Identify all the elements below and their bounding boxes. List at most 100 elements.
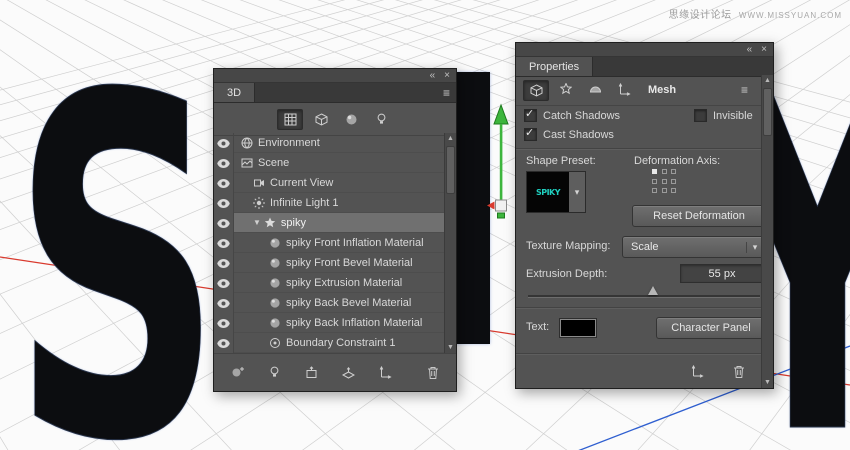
filter-scene-icon[interactable]: [277, 108, 303, 130]
text-color-swatch[interactable]: [560, 319, 596, 337]
properties-header: Mesh ≡: [516, 75, 762, 106]
deformation-axis-widget[interactable]: [652, 169, 678, 195]
3d-row-infinite-light-1[interactable]: Infinite Light 1: [214, 193, 445, 213]
3d-row-boundary-constraint-1[interactable]: Boundary Constraint 1: [214, 333, 445, 353]
visibility-eye-icon[interactable]: [214, 193, 234, 213]
material-sphere-icon: [269, 257, 281, 269]
visibility-eye-icon[interactable]: [214, 233, 234, 253]
3d-row-spiky-front-inflation-material[interactable]: spiky Front Inflation Material: [214, 233, 445, 253]
3d-row-label: Boundary Constraint 1: [286, 336, 396, 349]
properties-panel: « × Properties Mesh ≡ Catch Shadows Invi…: [515, 42, 774, 389]
extrusion-depth-slider[interactable]: [528, 286, 760, 298]
visibility-eye-icon[interactable]: [214, 313, 234, 333]
coordinates-icon[interactable]: [612, 80, 636, 99]
3d-row-label: spiky Back Inflation Material: [286, 316, 423, 329]
3d-row-spiky[interactable]: ▼ spiky: [214, 213, 445, 233]
tab-properties[interactable]: Properties: [516, 57, 594, 76]
axis-center-cube[interactable]: [495, 199, 507, 212]
3d-row-spiky-extrusion-material[interactable]: spiky Extrusion Material: [214, 273, 445, 293]
scrollbar-thumb[interactable]: [763, 88, 772, 136]
expand-triangle-icon[interactable]: ▼: [253, 218, 261, 227]
3d-row-spiky-front-bevel-material[interactable]: spiky Front Bevel Material: [214, 253, 445, 273]
chevron-down-icon[interactable]: ▾: [569, 172, 585, 212]
y-axis-arrow-icon[interactable]: [493, 103, 509, 125]
watermark-site-name: 思缘设计论坛: [668, 10, 732, 21]
3d-row-spiky-back-bevel-material[interactable]: spiky Back Bevel Material: [214, 293, 445, 313]
visibility-eye-icon[interactable]: [214, 133, 234, 153]
filter-mesh-icon[interactable]: [309, 110, 333, 129]
coordinates-icon[interactable]: [685, 362, 709, 381]
visibility-eye-icon[interactable]: [214, 273, 234, 293]
divider: [516, 353, 762, 354]
y-axis-shaft[interactable]: [499, 124, 503, 200]
cast-shadows-checkbox[interactable]: Cast Shadows: [524, 126, 614, 141]
divider: [516, 307, 762, 308]
scroll-down-icon[interactable]: ▼: [445, 342, 456, 353]
ground-plane-icon[interactable]: [337, 363, 361, 382]
shape-preset-picker[interactable]: SPIKY ▾: [526, 171, 586, 213]
3d-row-environment[interactable]: Environment: [214, 133, 445, 153]
extrusion-depth-field[interactable]: 55 px: [680, 264, 764, 283]
new-object-icon[interactable]: [300, 363, 324, 382]
3d-row-current-view[interactable]: Current View: [214, 173, 445, 193]
mesh-cube-icon[interactable]: [523, 79, 549, 101]
visibility-eye-icon[interactable]: [214, 153, 234, 173]
checkbox-box[interactable]: [524, 107, 537, 122]
3d-axis-widget[interactable]: [486, 103, 516, 223]
material-sphere-icon: [269, 277, 281, 289]
3d-row-label: spiky Back Bevel Material: [286, 296, 412, 309]
3d-row-label: spiky Front Bevel Material: [286, 256, 413, 269]
shape-preset-label: Shape Preset:: [526, 155, 596, 167]
scroll-up-icon[interactable]: ▲: [445, 133, 456, 144]
constraint-icon: [269, 337, 281, 349]
scroll-up-icon[interactable]: ▲: [762, 75, 773, 86]
visibility-eye-icon[interactable]: [214, 173, 234, 193]
checkbox-box[interactable]: [694, 109, 707, 122]
panel-menu-icon[interactable]: ≡: [443, 86, 450, 100]
3d-row-spiky-back-inflation-material[interactable]: spiky Back Inflation Material: [214, 313, 445, 333]
3d-row-scene[interactable]: Scene: [214, 153, 445, 173]
scroll-down-icon[interactable]: ▼: [762, 377, 773, 388]
x-axis-arrow-icon[interactable]: [487, 201, 495, 210]
checkbox-box[interactable]: [524, 126, 537, 141]
watermark: 思缘设计论坛 WWW.MISSYUAN.COM: [669, 6, 842, 21]
3d-row-label: Scene: [258, 156, 290, 169]
collapse-panel-icon[interactable]: «: [747, 44, 753, 55]
properties-header-icons: [523, 79, 636, 101]
deformation-axis-label: Deformation Axis:: [634, 155, 721, 167]
close-panel-icon[interactable]: ×: [761, 44, 767, 55]
filter-light-icon[interactable]: [369, 110, 393, 129]
visibility-eye-icon[interactable]: [214, 333, 234, 353]
filter-material-icon[interactable]: [339, 110, 363, 129]
reset-deformation-button[interactable]: Reset Deformation: [632, 205, 766, 227]
visibility-eye-icon[interactable]: [214, 253, 234, 273]
coordinates-icon[interactable]: [374, 363, 398, 382]
delete-icon[interactable]: [421, 363, 445, 382]
scrollbar-thumb[interactable]: [446, 146, 455, 194]
extrusion-slider-thumb[interactable]: [648, 286, 659, 295]
3d-filter-bar: [214, 103, 456, 136]
collapse-panel-icon[interactable]: «: [430, 70, 436, 81]
invisible-checkbox[interactable]: Invisible: [694, 109, 753, 122]
tab-3d[interactable]: 3D: [214, 83, 256, 102]
close-panel-icon[interactable]: ×: [444, 70, 450, 81]
properties-scrollbar[interactable]: ▲ ▼: [761, 75, 773, 388]
panel-menu-icon[interactable]: ≡: [741, 83, 748, 97]
deform-icon[interactable]: [554, 80, 578, 99]
delete-icon[interactable]: [727, 362, 751, 381]
texture-mapping-select[interactable]: Scale ▾: [622, 236, 764, 258]
add-material-icon[interactable]: [226, 363, 250, 382]
y-scale-handle[interactable]: [497, 212, 505, 219]
catch-shadows-checkbox[interactable]: Catch Shadows: [524, 107, 620, 122]
visibility-eye-icon[interactable]: [214, 293, 234, 313]
3d-panel-titlebar: « ×: [214, 69, 456, 83]
3d-letter-s[interactable]: S: [12, 35, 222, 450]
properties-header-label: Mesh: [648, 84, 677, 96]
3d-panel-tabs: 3D ≡: [214, 83, 456, 103]
add-light-icon[interactable]: [263, 363, 287, 382]
character-panel-button[interactable]: Character Panel: [656, 317, 766, 339]
cap-icon[interactable]: [583, 80, 607, 99]
3d-panel-scrollbar[interactable]: ▲ ▼: [444, 133, 456, 353]
visibility-eye-icon[interactable]: [214, 213, 234, 233]
3d-panel: « × 3D ≡ Environment Scene Current View Inf…: [213, 68, 457, 392]
